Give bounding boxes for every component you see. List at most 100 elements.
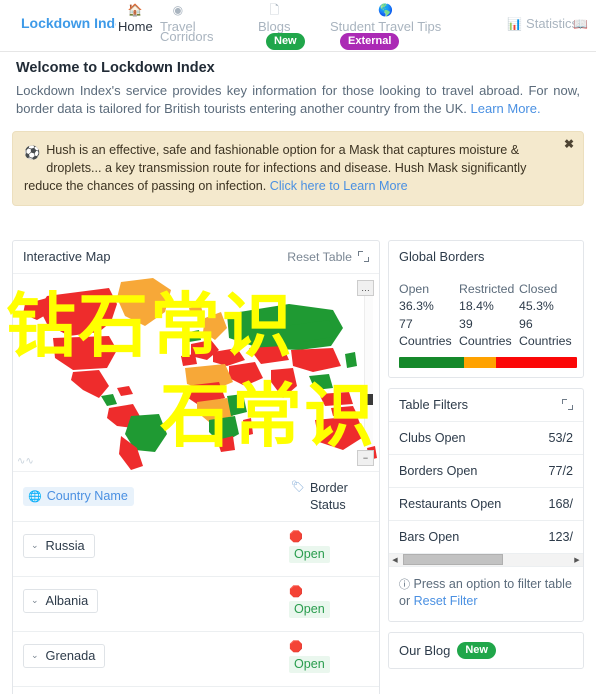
filters-horizontal-scrollbar[interactable]: ◀ ▶ <box>389 552 583 566</box>
bar-segment-closed <box>496 356 577 368</box>
cell-country: ⌄ Albania <box>13 577 283 625</box>
country-label: Russia <box>45 538 85 553</box>
globe-icon: 🌎 <box>378 3 394 17</box>
country-expand-button[interactable]: ⌄ Russia <box>23 534 95 558</box>
top-navigation: Lockdown Inde 🏠 Home ◉ Travel Corridors … <box>0 0 596 52</box>
nav-item-corridors-sub[interactable]: Corridors <box>160 28 213 46</box>
brand-label: Lockdown Inde <box>21 15 116 31</box>
our-blog-badge: New <box>457 641 496 659</box>
nav-item-statistics[interactable]: 📊 Statistics 📖 <box>507 16 588 31</box>
status-badge: Open <box>289 601 330 619</box>
country-table: 🌐 Country Name 🏷 Border Status ⌄ Russia … <box>13 471 379 694</box>
stat-restricted-unit: Countries <box>459 334 512 349</box>
interactive-map-title: Interactive Map <box>23 249 111 264</box>
table-filters-card: Table Filters Clubs Open 53/2 Borders Op… <box>388 387 584 622</box>
country-label: Grenada <box>45 648 96 663</box>
table-row[interactable]: ⌄ Grenada 🛑 Open <box>13 632 379 687</box>
expand-icon[interactable] <box>562 398 573 410</box>
scroll-right-arrow-icon[interactable]: ▶ <box>571 556 583 564</box>
map-scrollbar-thumb[interactable] <box>364 394 373 405</box>
column-border-status[interactable]: 🏷 Border Status <box>283 472 379 521</box>
filter-value: 77/2 <box>548 463 573 478</box>
document-icon: 🗋 <box>269 3 280 17</box>
nav-item-corridors-label: Corridors <box>160 29 214 44</box>
mask-icon: ⚽ <box>24 144 41 160</box>
stat-closed-percent: 45.3% <box>519 299 554 314</box>
cell-country: ⌄ Grenada <box>13 632 283 680</box>
filter-label: Restaurants Open <box>399 496 502 511</box>
close-icon[interactable]: ✖ <box>564 138 574 150</box>
right-column: Global Borders Open 36.3% 77 Countries R… <box>388 240 584 669</box>
global-borders-bar <box>399 356 577 368</box>
stat-restricted-label: Restricted <box>459 282 515 296</box>
filter-row-clubs-open[interactable]: Clubs Open 53/2 <box>389 420 583 454</box>
reset-filter-link[interactable]: Reset Filter <box>414 594 478 608</box>
learn-more-link[interactable]: Learn More. <box>471 101 541 116</box>
table-filters-title: Table Filters <box>399 396 468 412</box>
scrollbar-thumb[interactable] <box>403 554 503 566</box>
filter-value: 123/ <box>548 529 573 544</box>
table-row[interactable]: ⌄ Albania 🛑 Open <box>13 577 379 632</box>
map-options-button[interactable]: … <box>357 280 374 296</box>
filter-label: Bars Open <box>399 529 460 544</box>
info-icon: ⓘ <box>399 578 410 591</box>
stat-closed-unit: Countries <box>519 334 572 349</box>
column-country-name-pill[interactable]: 🌐 Country Name <box>23 487 134 506</box>
welcome-body: Lockdown Index's service provides key in… <box>16 82 580 119</box>
filter-row-bars-open[interactable]: Bars Open 123/ <box>389 519 583 553</box>
map-header-actions: Reset Table <box>287 250 369 264</box>
nav-badge-new: New <box>266 31 305 51</box>
bar-chart-icon: 📊 <box>507 16 523 31</box>
reset-table-button[interactable]: Reset Table <box>287 250 352 264</box>
stat-restricted-percent: 18.4% <box>459 299 494 314</box>
expand-icon[interactable] <box>358 251 369 262</box>
nav-item-statistics-label: Statistics <box>526 16 579 31</box>
interactive-map-card: Interactive Map Reset Table … − ∿∿ 🌐 Cou… <box>12 240 380 694</box>
table-row[interactable]: ⌄ Russia 🛑 Open <box>13 522 379 577</box>
home-icon: 🏠 <box>127 3 143 17</box>
global-borders-title: Global Borders <box>399 249 485 264</box>
stat-open-count: 77 <box>399 316 413 331</box>
table-row-partial[interactable]: 🛑 <box>13 687 379 694</box>
filter-row-borders-open[interactable]: Borders Open 77/2 <box>389 453 583 487</box>
global-borders-stats: Open 36.3% 77 Countries Restricted 18.4%… <box>399 281 577 351</box>
world-map-svg <box>23 278 377 470</box>
sparkline-icon: ∿∿ <box>17 456 34 467</box>
filter-row-restaurants-open[interactable]: Restaurants Open 168/ <box>389 486 583 520</box>
cell-status: 🛑 Open <box>283 577 379 627</box>
column-country-name[interactable]: 🌐 Country Name <box>13 474 283 519</box>
filter-value: 53/2 <box>548 430 573 445</box>
country-expand-button[interactable]: ⌄ Albania <box>23 589 99 613</box>
interactive-map-header: Interactive Map Reset Table <box>13 241 379 273</box>
chevron-down-icon: ⌄ <box>31 650 39 660</box>
cell-status: 🛑 Open <box>283 632 379 682</box>
status-badge: Open <box>289 656 330 674</box>
filter-value: 168/ <box>548 496 573 511</box>
traffic-light-icon: 🛑 <box>289 641 303 653</box>
stat-closed-label: Closed <box>519 282 558 296</box>
global-borders-body: Open 36.3% 77 Countries Restricted 18.4%… <box>389 273 583 368</box>
filter-label: Clubs Open <box>399 430 466 445</box>
our-blog-title: Our Blog <box>399 642 451 658</box>
country-expand-button[interactable]: ⌄ Grenada <box>23 644 106 668</box>
traffic-light-icon: 🛑 <box>289 586 303 598</box>
stat-open-percent: 36.3% <box>399 299 434 314</box>
nav-item-home[interactable]: 🏠 Home <box>118 2 153 36</box>
map-zoom-out-button[interactable]: − <box>357 450 374 466</box>
column-border-status-label: Border Status <box>309 481 348 512</box>
world-map[interactable]: … − ∿∿ <box>13 273 379 471</box>
stat-restricted-count: 39 <box>459 316 473 331</box>
book-icon: 📖 <box>573 16 588 31</box>
our-blog-header: Our Blog New <box>389 633 583 668</box>
scrollbar-track[interactable] <box>401 553 571 566</box>
map-scrollbar-track[interactable] <box>364 296 373 446</box>
alert-learn-more-link[interactable]: Click here to Learn More <box>270 179 408 193</box>
cell-status: 🛑 <box>283 687 379 694</box>
brand-logo[interactable]: Lockdown Inde <box>16 15 116 31</box>
stat-restricted: Restricted 18.4% 39 Countries <box>459 281 515 351</box>
left-column: Interactive Map Reset Table … − ∿∿ 🌐 Cou… <box>12 240 380 694</box>
scroll-left-arrow-icon[interactable]: ◀ <box>389 556 401 564</box>
global-borders-header: Global Borders <box>389 241 583 273</box>
our-blog-card: Our Blog New <box>388 631 584 669</box>
cell-country: ⌄ Russia <box>13 522 283 570</box>
